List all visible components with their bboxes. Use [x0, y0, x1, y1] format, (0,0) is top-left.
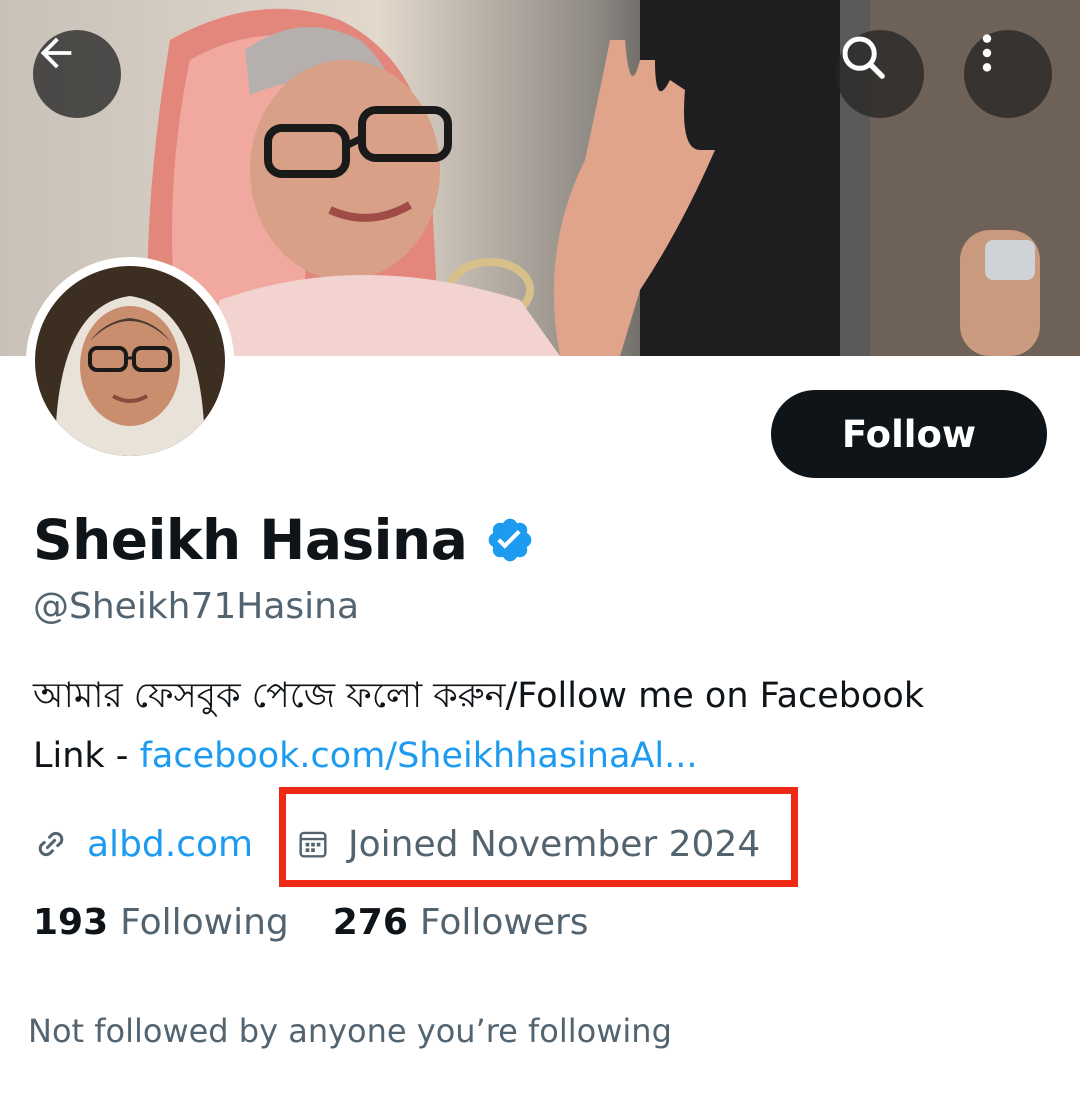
arrow-left-icon	[40, 37, 72, 69]
name-row: Sheikh Hasina	[33, 500, 535, 580]
followers-stat[interactable]: 276 Followers	[333, 902, 589, 943]
more-options-button[interactable]	[964, 30, 1052, 118]
link-icon	[33, 826, 69, 862]
following-stat[interactable]: 193 Following	[33, 902, 289, 943]
bio-link-prefix: Link -	[33, 736, 140, 776]
avatar-photo	[35, 266, 225, 456]
follow-stats: 193 Following 276 Followers	[33, 902, 633, 943]
bio-line-1: আমার ফেসবুক পেজে ফলো করুন/Follow me on F…	[33, 676, 925, 716]
search-icon	[842, 36, 885, 79]
website-link[interactable]: albd.com	[87, 824, 253, 865]
following-count: 193	[33, 902, 109, 943]
bio-line-2: Link - facebook.com/SheikhhasinaAl...	[33, 726, 1063, 786]
joined-text: Joined November 2024	[348, 823, 761, 865]
followers-count: 276	[332, 902, 408, 943]
mutual-followers-note: Not followed by anyone you’re following	[28, 1012, 672, 1050]
calendar-icon	[298, 828, 328, 860]
joined-date: Joined November 2024	[298, 812, 760, 876]
user-handle: @Sheikh71Hasina	[33, 586, 360, 627]
avatar[interactable]	[26, 257, 234, 465]
bio: আমার ফেসবুক পেজে ফলো করুন/Follow me on F…	[33, 666, 1063, 786]
follow-button[interactable]: Follow	[771, 390, 1047, 478]
search-button[interactable]	[836, 30, 924, 118]
display-name: Sheikh Hasina	[33, 508, 468, 572]
website-item[interactable]: albd.com	[33, 824, 253, 865]
verified-badge-icon[interactable]	[485, 515, 535, 565]
profile-page: Follow Sheikh Hasina @Sheikh71Hasina আমা…	[0, 0, 1080, 1108]
followers-label: Followers	[419, 902, 589, 943]
following-label: Following	[120, 902, 289, 943]
back-button[interactable]	[33, 30, 121, 118]
bio-facebook-link[interactable]: facebook.com/SheikhhasinaAl...	[140, 736, 698, 776]
more-vertical-icon	[982, 34, 992, 72]
profile-meta-row: albd.com	[33, 812, 253, 876]
